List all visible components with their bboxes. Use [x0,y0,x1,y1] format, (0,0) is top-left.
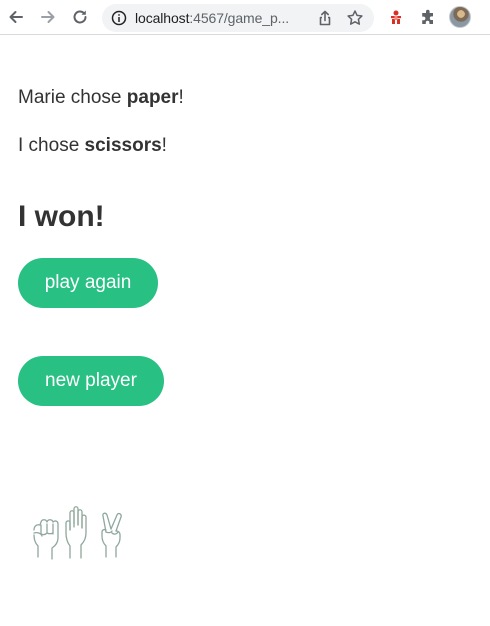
opponent-choice-prefix: Marie chose [18,87,127,108]
url-text[interactable]: localhost:4567/game_p... [135,10,307,26]
puzzle-icon[interactable] [418,8,438,28]
rock-paper-scissors-hands-icon [33,506,122,560]
star-icon[interactable] [346,9,364,27]
back-button[interactable] [3,4,29,30]
opponent-choice-line: Marie chose paper! [18,86,184,110]
self-choice-suffix: ! [161,135,167,156]
self-choice-line: I chose scissors! [18,134,167,158]
self-choice: scissors [84,135,162,156]
play-again-button[interactable]: play again [18,258,158,308]
opponent-choice-suffix: ! [178,87,184,108]
game-result-heading: I won! [18,200,105,233]
new-player-button[interactable]: new player [18,356,164,406]
forward-button[interactable] [35,4,61,30]
url-path: :4567/game_p... [189,10,290,26]
self-choice-prefix: I chose [18,135,85,156]
reload-button[interactable] [67,4,93,30]
arrow-right-icon [41,11,55,23]
extension-icon[interactable] [387,8,405,26]
share-icon[interactable] [316,9,334,27]
address-bar[interactable]: localhost:4567/game_p... [102,4,374,32]
opponent-choice: paper [126,87,179,108]
url-host: localhost [135,10,190,26]
browser-toolbar: localhost:4567/game_p... [0,0,490,35]
avatar[interactable] [449,6,471,28]
reload-icon [73,10,87,24]
arrow-left-icon [9,11,23,23]
info-icon[interactable] [111,10,127,26]
